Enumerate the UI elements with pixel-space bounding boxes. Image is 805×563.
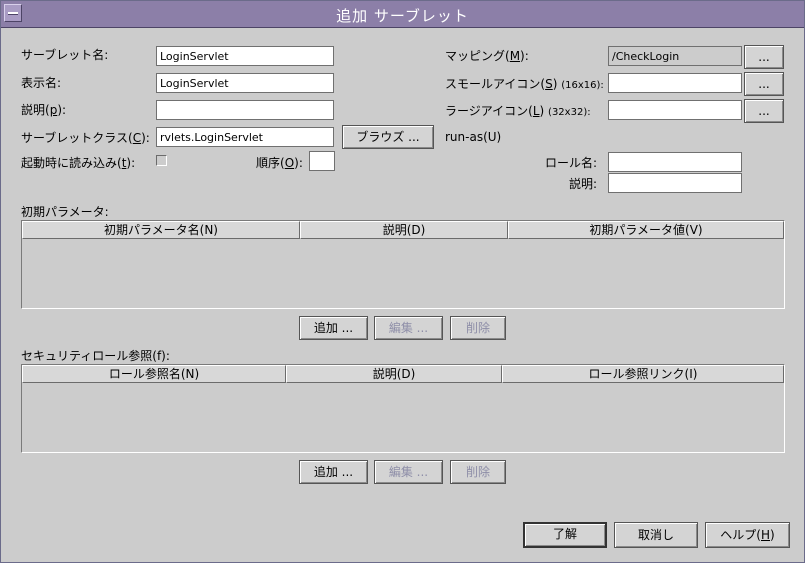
init-param-add-button[interactable]: 追加 ... xyxy=(299,316,368,340)
mapping-input[interactable] xyxy=(608,46,742,66)
security-roles-section-label: セキュリティロール参照(f): xyxy=(21,349,170,363)
description-input[interactable] xyxy=(156,100,334,120)
order-label: 順序(O): xyxy=(256,156,303,170)
cancel-button[interactable]: 取消し xyxy=(614,522,698,548)
description-label: 説明(p): xyxy=(21,103,67,117)
init-param-name-column-header[interactable]: 初期パラメータ名(N) xyxy=(22,221,300,239)
run-as-label: run-as(U) xyxy=(445,130,502,144)
security-role-delete-button[interactable]: 削除 xyxy=(450,460,506,484)
load-on-startup-label: 起動時に読み込み(t): xyxy=(21,156,136,170)
servlet-class-label: サーブレットクラス(C): xyxy=(21,131,150,145)
window-title: 追加 サーブレット xyxy=(336,7,469,25)
role-name-label: ロール名: xyxy=(545,156,598,170)
security-roles-table[interactable]: ロール参照名(N) 説明(D) ロール参照リンク(I) xyxy=(21,364,785,453)
large-icon-label: ラージアイコン(L) (32x32): xyxy=(445,104,591,118)
large-icon-input[interactable] xyxy=(608,100,742,120)
servlet-name-label: サーブレット名: xyxy=(21,48,109,62)
display-name-label: 表示名: xyxy=(21,76,62,90)
small-icon-browse-button[interactable]: ... xyxy=(744,72,784,96)
load-on-startup-checkbox[interactable] xyxy=(156,155,167,166)
init-params-section-label: 初期パラメータ: xyxy=(21,205,109,219)
init-params-table[interactable]: 初期パラメータ名(N) 説明(D) 初期パラメータ値(V) xyxy=(21,220,785,309)
init-param-edit-button[interactable]: 編集 ... xyxy=(374,316,443,340)
role-ref-description-column-header[interactable]: 説明(D) xyxy=(286,365,502,383)
role-name-input[interactable] xyxy=(608,152,742,172)
init-params-table-header: 初期パラメータ名(N) 説明(D) 初期パラメータ値(V) xyxy=(22,221,784,239)
help-button[interactable]: ヘルプ(H) xyxy=(705,522,790,548)
init-param-delete-button[interactable]: 削除 xyxy=(450,316,506,340)
mapping-label: マッピング(M): xyxy=(445,49,529,63)
init-param-value-column-header[interactable]: 初期パラメータ値(V) xyxy=(508,221,784,239)
large-icon-browse-button[interactable]: ... xyxy=(744,99,784,123)
order-input[interactable] xyxy=(309,151,335,171)
run-as-description-label: 説明: xyxy=(569,177,598,191)
small-icon-input[interactable] xyxy=(608,73,742,93)
ok-button[interactable]: 了解 xyxy=(523,522,607,548)
servlet-name-input[interactable] xyxy=(156,46,334,66)
servlet-class-input[interactable] xyxy=(156,127,334,147)
security-role-edit-button[interactable]: 編集 ... xyxy=(374,460,443,484)
display-name-input[interactable] xyxy=(156,73,334,93)
mapping-edit-button[interactable]: ... xyxy=(744,45,784,69)
browse-button[interactable]: ブラウズ ... xyxy=(342,125,434,149)
role-ref-name-column-header[interactable]: ロール参照名(N) xyxy=(22,365,286,383)
small-icon-label: スモールアイコン(S) (16x16): xyxy=(445,77,604,91)
role-ref-link-column-header[interactable]: ロール参照リンク(I) xyxy=(502,365,784,383)
init-param-description-column-header[interactable]: 説明(D) xyxy=(300,221,508,239)
add-servlet-dialog: 追加 サーブレット サーブレット名: 表示名: 説明(p): サーブレットクラス… xyxy=(0,0,805,563)
security-roles-table-header: ロール参照名(N) 説明(D) ロール参照リンク(I) xyxy=(22,365,784,383)
run-as-description-input[interactable] xyxy=(608,173,742,193)
title-bar[interactable]: 追加 サーブレット xyxy=(1,1,804,28)
security-role-add-button[interactable]: 追加 ... xyxy=(299,460,368,484)
